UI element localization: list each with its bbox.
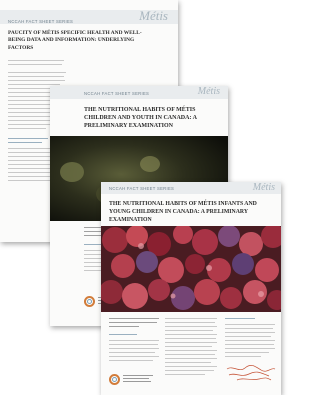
header-tag: NCCAH FACT SHEET SERIES	[8, 19, 74, 24]
header-tag: NCCAH FACT SHEET SERIES	[109, 186, 175, 191]
handwritten-signature	[225, 364, 277, 384]
document-infants[interactable]: NCCAH FACT SHEET SERIES Métis THE NUTRIT…	[101, 182, 281, 395]
document-title: THE NUTRITIONAL HABITS OF MÉTIS INFANTS …	[109, 201, 257, 223]
metis-brand: Métis	[252, 182, 275, 193]
nccah-logo	[84, 296, 95, 307]
document-title: THE NUTRITIONAL HABITS OF MÉTIS CHILDREN…	[84, 107, 197, 130]
metis-brand: Métis	[139, 8, 168, 23]
signature-script	[226, 365, 276, 381]
header-tag: NCCAH FACT SHEET SERIES	[84, 91, 150, 96]
cover-photo	[101, 226, 281, 312]
metis-brand: Métis	[197, 86, 220, 97]
berries-photo	[101, 226, 281, 312]
nccah-logo	[109, 374, 120, 385]
document-title: PAUCITY OF MÉTIS SPECIFIC HEALTH AND WEL…	[8, 30, 142, 51]
